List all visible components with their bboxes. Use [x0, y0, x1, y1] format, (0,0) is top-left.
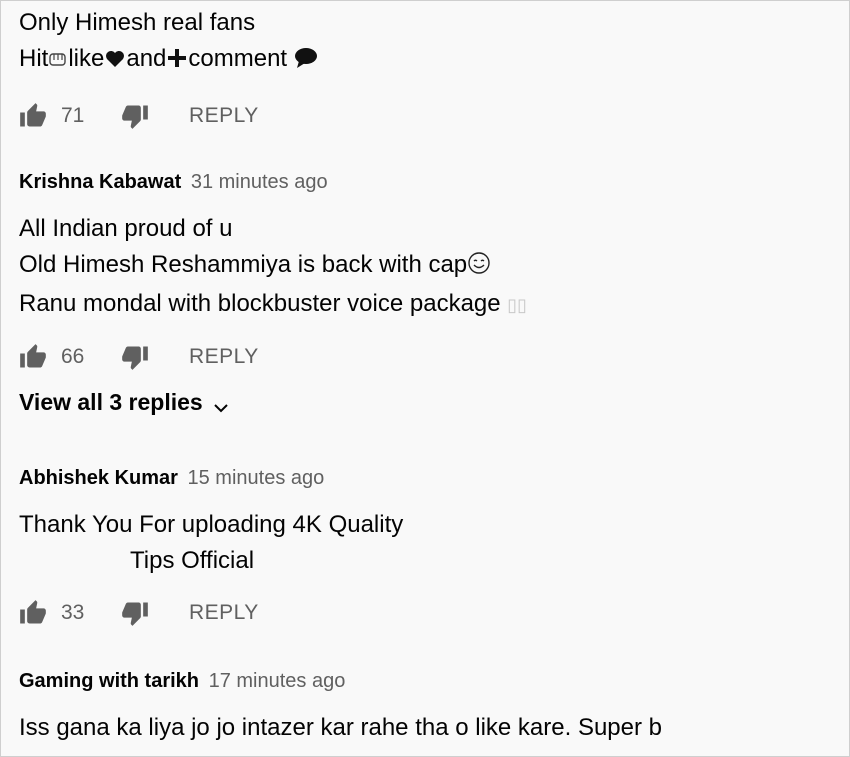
- comment-thread: Krishna Kabawat 31 minutes ago All India…: [19, 169, 839, 416]
- comment-header: Krishna Kabawat 31 minutes ago: [19, 169, 839, 195]
- comments-panel: Only Himesh real fans Hit like and comment …: [0, 0, 850, 757]
- speech-bubble-icon: [294, 44, 318, 80]
- like-count: 66: [61, 345, 85, 368]
- comment-line: Tips Official: [130, 547, 255, 574]
- comment-body: Iss gana ka liya jo jo intazer kar rahe …: [19, 710, 839, 746]
- thumb-up-icon[interactable]: [19, 102, 47, 130]
- comment-thread: Gaming with tarikh 17 minutes ago Iss ga…: [19, 668, 839, 746]
- comment-line: Only Himesh real fans: [19, 9, 256, 36]
- comment-time[interactable]: 15 minutes ago: [188, 467, 325, 489]
- reply-button[interactable]: REPLY: [189, 345, 259, 369]
- comment-thread: Only Himesh real fans Hit like and comment …: [19, 5, 839, 134]
- view-replies-label: View all 3 replies: [19, 389, 203, 415]
- comment-time[interactable]: 17 minutes ago: [209, 670, 346, 692]
- comment-author[interactable]: Krishna Kabawat: [19, 171, 181, 193]
- plus-icon: [166, 44, 188, 80]
- smiling-face-icon: [467, 250, 491, 286]
- thumb-down-icon[interactable]: [121, 102, 149, 130]
- comment-author[interactable]: Gaming with tarikh: [19, 670, 199, 692]
- heart-icon: [104, 44, 126, 80]
- comment-text: Old Himesh Reshammiya is back with cap: [19, 247, 839, 286]
- comment-line: Hit: [19, 45, 49, 72]
- thumb-down-icon[interactable]: [121, 343, 149, 371]
- comment-actions: 66 REPLY: [19, 339, 839, 375]
- view-replies-button[interactable]: View all 3 replies: [19, 389, 839, 416]
- comment-header: Gaming with tarikh 17 minutes ago: [19, 668, 839, 694]
- comment-line: Iss gana ka liya jo jo intazer kar rahe …: [19, 714, 663, 741]
- comment-text: Ranu mondal with blockbuster voice packa…: [19, 286, 839, 323]
- comment-line: Old Himesh Reshammiya is back with cap: [19, 251, 468, 278]
- comment-author[interactable]: Abhishek Kumar: [19, 467, 178, 489]
- like-count: 71: [61, 104, 85, 127]
- comment-time[interactable]: 31 minutes ago: [191, 171, 328, 193]
- comment-line: All Indian proud of u: [19, 215, 233, 242]
- comment-body: All Indian proud of u Old Himesh Reshamm…: [19, 211, 839, 323]
- reply-button[interactable]: REPLY: [189, 601, 259, 625]
- comment-text: Only Himesh real fans: [19, 5, 839, 41]
- comment-line: Thank You For uploading 4K Quality: [19, 511, 404, 538]
- comment-line: comment: [188, 45, 288, 72]
- comment-body: Thank You For uploading 4K Quality Tips …: [19, 507, 839, 579]
- chevron-down-icon: [213, 395, 229, 412]
- comment-line: Ranu mondal with blockbuster voice packa…: [19, 290, 501, 317]
- comment-actions: 33 REPLY: [19, 595, 839, 631]
- comment-text: Hit like and comment: [19, 41, 839, 80]
- comment-thread: Abhishek Kumar 15 minutes ago Thank You …: [19, 465, 839, 631]
- comment-actions: 71 REPLY: [19, 98, 839, 134]
- like-count: 33: [61, 601, 85, 624]
- thumb-up-icon[interactable]: [19, 343, 47, 371]
- unrendered-glyph-icon: ▯▯: [507, 295, 528, 315]
- comment-line: and: [126, 45, 167, 72]
- thumb-down-icon[interactable]: [121, 599, 149, 627]
- fist-icon: [48, 44, 68, 80]
- thumb-up-icon[interactable]: [19, 599, 47, 627]
- comment-header: Abhishek Kumar 15 minutes ago: [19, 465, 839, 491]
- reply-button[interactable]: REPLY: [189, 104, 259, 128]
- comment-line: like: [68, 45, 105, 72]
